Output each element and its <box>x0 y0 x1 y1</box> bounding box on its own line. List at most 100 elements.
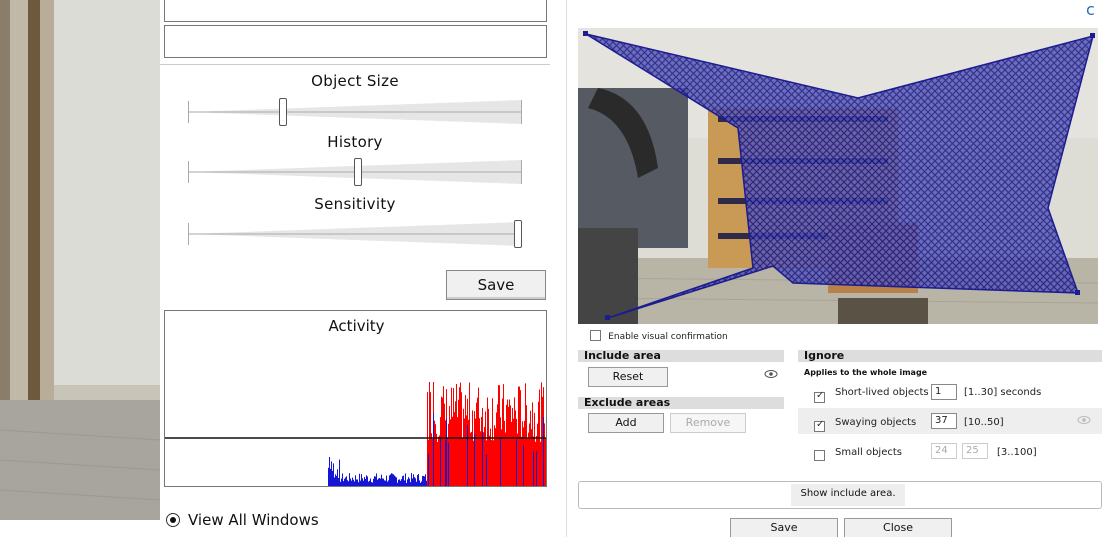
activity-bar-low <box>390 474 391 486</box>
activity-bar-low <box>343 481 344 486</box>
activity-bar-low <box>412 478 413 486</box>
activity-bar-high <box>471 431 472 486</box>
activity-bar-high <box>497 404 498 486</box>
activity-bar-high <box>540 441 541 486</box>
show-include-area-button[interactable]: Show include area. <box>791 484 905 506</box>
enable-visual-confirmation[interactable]: Enable visual confirmation <box>590 330 728 342</box>
activity-bar-low <box>352 477 353 486</box>
activity-bar-low <box>389 475 390 486</box>
activity-bar-high <box>506 404 507 486</box>
activity-bar-high <box>427 392 428 486</box>
short-lived-input[interactable]: 1 <box>931 384 957 400</box>
slider-thumb[interactable] <box>279 98 287 126</box>
activity-bar-high <box>487 397 488 486</box>
activity-bar-high <box>493 440 494 486</box>
activity-bar-low <box>410 482 411 486</box>
activity-bar-high <box>449 405 450 486</box>
eye-icon[interactable] <box>764 369 778 382</box>
activity-bar-high <box>455 401 456 486</box>
activity-bar-low <box>419 480 420 486</box>
add-area-button[interactable]: Add <box>588 413 664 433</box>
top-empty-box <box>164 0 547 22</box>
activity-bar-low <box>385 480 386 486</box>
activity-bar-low <box>360 480 361 486</box>
activity-bar-low <box>362 478 363 486</box>
activity-bar-low <box>394 475 395 486</box>
slider-thumb[interactable] <box>354 158 362 186</box>
activity-bar-high <box>521 436 522 486</box>
activity-bar-low <box>349 473 350 486</box>
activity-bar-low <box>393 474 394 486</box>
close-button[interactable]: Close <box>844 518 952 537</box>
activity-bar-high <box>477 397 478 486</box>
swaying-input[interactable]: 37 <box>931 413 957 429</box>
activity-bar-high <box>530 410 531 486</box>
activity-bar-high <box>435 424 436 486</box>
activity-bar-high <box>439 435 440 486</box>
view-all-windows-option[interactable]: View All Windows <box>166 511 319 529</box>
activity-bar-high <box>432 438 433 486</box>
sensitivity-slider[interactable] <box>188 219 522 249</box>
activity-bar-low <box>392 473 393 486</box>
eye-icon[interactable] <box>1077 415 1091 428</box>
activity-bar-high <box>447 437 448 486</box>
activity-bar-low <box>482 431 483 486</box>
activity-bar-high <box>518 386 519 486</box>
activity-bar-low <box>335 474 336 486</box>
activity-bar-high <box>461 392 462 486</box>
short-lived-checkbox[interactable] <box>814 390 825 403</box>
object-size-slider[interactable] <box>188 97 522 127</box>
ignore-subtitle: Applies to the whole image <box>804 368 928 377</box>
activity-bar-high <box>441 396 442 486</box>
activity-bar-low <box>403 475 404 486</box>
activity-bar-high <box>475 418 476 486</box>
radio-selected-icon[interactable] <box>166 513 180 527</box>
show-include-area-bar: Show include area. <box>578 481 1102 509</box>
activity-bar-low <box>332 470 333 486</box>
activity-bar-low <box>397 482 398 486</box>
small-width-input[interactable]: 24 <box>931 443 957 459</box>
activity-bar-low <box>368 481 369 486</box>
swaying-checkbox[interactable] <box>814 419 825 432</box>
activity-bar-low <box>388 480 389 486</box>
save-button[interactable]: Save <box>730 518 838 537</box>
activity-bar-low <box>426 480 427 486</box>
activity-bar-low <box>407 479 408 486</box>
activity-bar-high <box>525 383 526 486</box>
history-slider[interactable] <box>188 157 522 187</box>
activity-bar-low <box>363 480 364 486</box>
activity-bar-high <box>463 408 464 486</box>
activity-bar-high <box>442 397 443 486</box>
reset-button[interactable]: Reset <box>588 367 668 387</box>
remove-area-button[interactable]: Remove <box>670 413 746 433</box>
separator <box>160 64 550 65</box>
activity-bar-high <box>473 440 474 486</box>
empty-field-box <box>164 25 547 58</box>
activity-bar-high <box>437 441 438 486</box>
motion-area-dialog: c Enable visual confirmation Include are… <box>570 0 1102 537</box>
activity-bar-low <box>330 468 331 486</box>
activity-bar-high <box>484 426 485 486</box>
swaying-row: Swaying objects 37 [10..50] <box>798 408 1102 434</box>
activity-bar-high <box>508 406 509 486</box>
slider-thumb[interactable] <box>514 220 522 248</box>
short-lived-label: Short-lived objects <box>835 387 929 398</box>
save-settings-button[interactable]: Save <box>446 270 546 300</box>
close-icon-partial[interactable]: c <box>1086 2 1095 18</box>
activity-bar-low <box>411 473 412 486</box>
activity-bar-high <box>513 418 514 486</box>
camera-view[interactable] <box>578 28 1098 324</box>
activity-bar-low <box>338 477 339 486</box>
small-objects-checkbox[interactable] <box>814 450 825 461</box>
visual-confirmation-checkbox[interactable] <box>590 330 601 341</box>
activity-bar-high <box>499 385 500 486</box>
object-size-label: Object Size <box>311 72 399 90</box>
activity-bar-low <box>404 480 405 486</box>
activity-bar-low <box>400 480 401 486</box>
small-height-input[interactable]: 25 <box>962 443 988 459</box>
activity-bar-high <box>438 436 439 486</box>
activity-bar-low <box>474 433 475 486</box>
activity-bar-high <box>464 418 465 486</box>
activity-bar-low <box>423 476 424 486</box>
activity-bar-high <box>452 416 453 486</box>
